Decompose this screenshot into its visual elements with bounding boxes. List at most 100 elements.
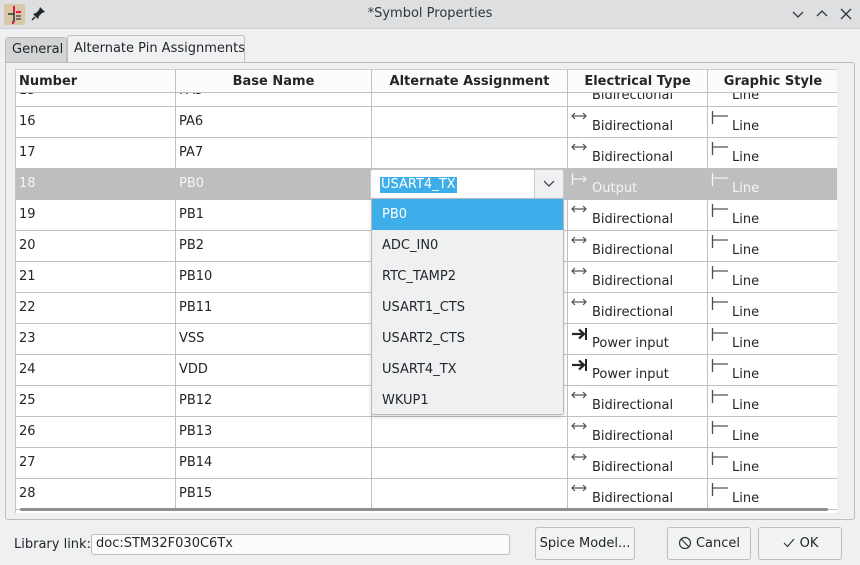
cell-electrical-type[interactable]: Bidirectional [568, 479, 708, 509]
cell-graphic-style[interactable]: Line [708, 417, 837, 447]
minimize-button[interactable] [790, 6, 806, 22]
bidirectional-icon [571, 203, 589, 217]
cell-graphic-style[interactable]: Line [708, 138, 837, 168]
cell-number[interactable]: 28 [16, 479, 176, 509]
cell-base-name[interactable]: PB10 [176, 262, 372, 292]
cell-number[interactable]: 19 [16, 200, 176, 230]
cell-alternate-assignment[interactable] [372, 138, 568, 168]
cell-number[interactable]: 23 [16, 324, 176, 354]
cell-graphic-style[interactable]: Line [708, 231, 837, 261]
cell-base-name[interactable]: PB1 [176, 200, 372, 230]
cell-number[interactable]: 25 [16, 386, 176, 416]
cell-electrical-type[interactable]: Bidirectional [568, 448, 708, 478]
cell-graphic-style[interactable]: Line [708, 293, 837, 323]
cell-base-name[interactable]: VSS [176, 324, 372, 354]
tab-general[interactable]: General [5, 37, 67, 63]
cell-alternate-assignment[interactable] [372, 448, 568, 478]
cell-alternate-assignment[interactable] [372, 479, 568, 509]
line-style-icon [711, 141, 729, 155]
cell-number[interactable]: 17 [16, 138, 176, 168]
cancel-icon [678, 536, 692, 550]
cell-base-name[interactable]: PB15 [176, 479, 372, 509]
cell-number[interactable]: 20 [16, 231, 176, 261]
tab-alternate-pin-assignments[interactable]: Alternate Pin Assignments [67, 35, 245, 63]
table-row[interactable]: 28 PB15 Bidirectional Line [16, 479, 837, 510]
alternate-assignment-combobox[interactable]: USART4_TX [370, 169, 564, 200]
cell-electrical-type[interactable]: Power input [568, 355, 708, 385]
cell-base-name[interactable]: PB14 [176, 448, 372, 478]
cancel-button[interactable]: Cancel [667, 527, 751, 560]
cell-graphic-style[interactable]: Line [708, 200, 837, 230]
cell-number[interactable]: 22 [16, 293, 176, 323]
cell-number[interactable]: 18 [16, 169, 176, 199]
cell-graphic-style[interactable]: Line [708, 93, 837, 106]
cell-graphic-style[interactable]: Line [708, 386, 837, 416]
cell-electrical-type[interactable]: Bidirectional [568, 107, 708, 137]
line-style-icon [711, 234, 729, 248]
cell-graphic-style[interactable]: Line [708, 479, 837, 509]
dropdown-option[interactable]: ADC_IN0 [372, 230, 563, 261]
dropdown-option[interactable]: USART4_TX [372, 354, 563, 385]
dropdown-option[interactable]: USART2_CTS [372, 323, 563, 354]
column-header-alternate-assignment[interactable]: Alternate Assignment [372, 70, 568, 94]
window-title: *Symbol Properties [367, 6, 493, 21]
cell-electrical-type[interactable]: Bidirectional [568, 200, 708, 230]
cell-alternate-assignment[interactable] [372, 93, 568, 106]
column-header-number[interactable]: Number [16, 70, 176, 94]
cell-electrical-type[interactable]: Bidirectional [568, 293, 708, 323]
cell-electrical-type[interactable]: Bidirectional [568, 138, 708, 168]
cell-electrical-type[interactable]: Bidirectional [568, 417, 708, 447]
close-button[interactable] [838, 6, 854, 22]
cell-alternate-assignment[interactable] [372, 107, 568, 137]
cell-base-name[interactable]: PA5 [176, 93, 372, 106]
ok-label: OK [799, 536, 819, 551]
maximize-button[interactable] [814, 6, 830, 22]
column-header-electrical-type[interactable]: Electrical Type [568, 70, 708, 94]
cell-number[interactable]: 26 [16, 417, 176, 447]
column-header-base-name[interactable]: Base Name [176, 70, 372, 94]
combobox-dropdown-button[interactable] [534, 170, 563, 199]
cell-electrical-type[interactable]: Bidirectional [568, 386, 708, 416]
cell-base-name[interactable]: VDD [176, 355, 372, 385]
dropdown-option[interactable]: USART1_CTS [372, 292, 563, 323]
cell-base-name[interactable]: PB11 [176, 293, 372, 323]
cell-number[interactable]: 24 [16, 355, 176, 385]
dropdown-option[interactable]: PB0 [372, 199, 563, 230]
table-row[interactable]: 27 PB14 Bidirectional Line [16, 448, 837, 479]
cell-base-name[interactable]: PA6 [176, 107, 372, 137]
table-row[interactable]: 15PA5 BidirectionalLine [16, 93, 837, 107]
cell-electrical-type[interactable]: Bidirectional [568, 231, 708, 261]
column-header-graphic-style[interactable]: Graphic Style [708, 70, 837, 94]
bidirectional-icon [571, 451, 589, 465]
cell-base-name[interactable]: PB13 [176, 417, 372, 447]
table-row[interactable]: 17 PA7 Bidirectional Line [16, 138, 837, 169]
cell-electrical-type[interactable]: Output [568, 169, 708, 199]
cell-number[interactable]: 27 [16, 448, 176, 478]
cell-graphic-style[interactable]: Line [708, 107, 837, 137]
cell-electrical-type[interactable]: Bidirectional [568, 93, 708, 106]
combobox-value[interactable]: USART4_TX [380, 177, 457, 193]
cell-number[interactable]: 15 [16, 93, 176, 106]
table-row[interactable]: 26 PB13 Bidirectional Line [16, 417, 837, 448]
spice-model-button[interactable]: Spice Model... [535, 527, 635, 560]
dropdown-option[interactable]: WKUP1 [372, 385, 563, 416]
horizontal-scrollbar[interactable] [20, 508, 828, 511]
cell-number[interactable]: 21 [16, 262, 176, 292]
cell-graphic-style[interactable]: Line [708, 324, 837, 354]
cell-graphic-style[interactable]: Line [708, 262, 837, 292]
cell-base-name[interactable]: PB2 [176, 231, 372, 261]
cell-alternate-assignment[interactable] [372, 417, 568, 447]
ok-button[interactable]: OK [758, 527, 842, 560]
cell-graphic-style[interactable]: Line [708, 355, 837, 385]
cell-electrical-type[interactable]: Power input [568, 324, 708, 354]
cell-graphic-style[interactable]: Line [708, 448, 837, 478]
cell-graphic-style[interactable]: Line [708, 169, 837, 199]
table-row[interactable]: 16 PA6 Bidirectional Line [16, 107, 837, 138]
cell-electrical-type[interactable]: Bidirectional [568, 262, 708, 292]
library-link-input[interactable]: doc:STM32F030C6Tx [91, 534, 510, 555]
cell-number[interactable]: 16 [16, 107, 176, 137]
cell-base-name[interactable]: PB12 [176, 386, 372, 416]
cell-base-name[interactable]: PB0 [176, 169, 372, 199]
cell-base-name[interactable]: PA7 [176, 138, 372, 168]
dropdown-option[interactable]: RTC_TAMP2 [372, 261, 563, 292]
